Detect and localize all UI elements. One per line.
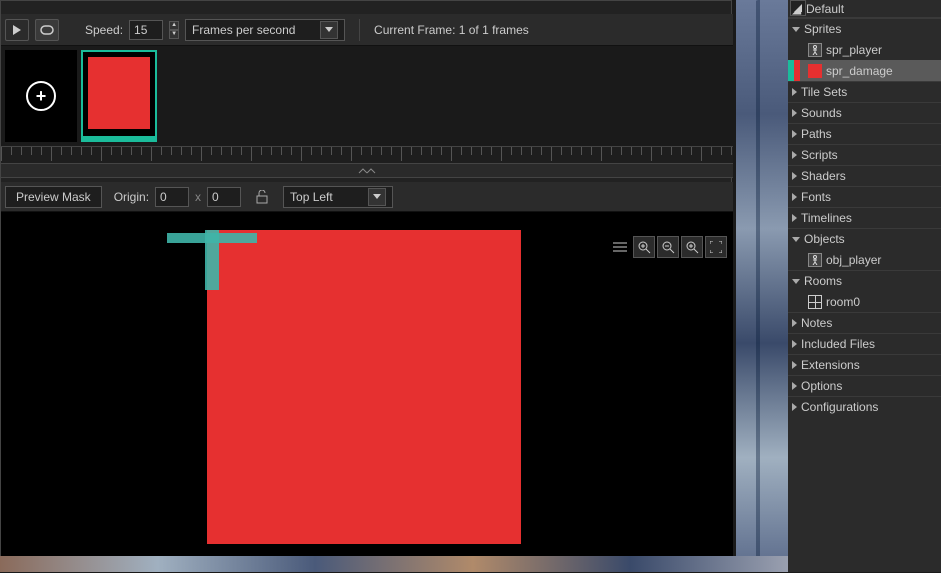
chevron-up-icon bbox=[357, 167, 377, 175]
folder-tile-sets[interactable]: Tile Sets bbox=[788, 81, 941, 102]
menu-icon bbox=[613, 242, 627, 252]
resource-tree-panel: ◢Default Sprites spr_player spr_damage Tile … bbox=[788, 0, 941, 572]
zoom-reset-icon bbox=[637, 240, 651, 254]
lock-open-icon bbox=[256, 190, 268, 204]
folder-label: Configurations bbox=[801, 400, 878, 414]
toolbar-divider bbox=[359, 19, 360, 41]
folder-label: Sprites bbox=[804, 22, 841, 36]
folder-label: Rooms bbox=[804, 274, 842, 288]
origin-label: Origin: bbox=[114, 190, 149, 204]
sprite-canvas[interactable] bbox=[1, 212, 733, 557]
folder-label: Extensions bbox=[801, 358, 860, 372]
sprite-image bbox=[207, 230, 521, 544]
preview-mask-button[interactable]: Preview Mask bbox=[5, 186, 102, 208]
speed-input[interactable] bbox=[129, 20, 163, 40]
loop-button[interactable] bbox=[35, 19, 59, 41]
origin-crosshair-vertical bbox=[205, 230, 219, 290]
frames-strip: + bbox=[1, 46, 733, 146]
fullscreen-icon bbox=[710, 241, 722, 253]
grid-menu-button[interactable] bbox=[609, 236, 631, 258]
speed-units-dropdown[interactable]: Frames per second bbox=[185, 19, 345, 41]
folder-label: Paths bbox=[801, 127, 832, 141]
desktop-background-bottom bbox=[0, 556, 788, 572]
folder-label: Objects bbox=[804, 232, 845, 246]
folder-label: Included Files bbox=[801, 337, 875, 351]
folder-timelines[interactable]: Timelines bbox=[788, 207, 941, 228]
chevron-down-icon bbox=[368, 188, 386, 206]
folder-included-files[interactable]: Included Files bbox=[788, 333, 941, 354]
frame-selection-indicator bbox=[83, 136, 155, 140]
chevron-down-icon bbox=[320, 21, 338, 39]
folder-label: Options bbox=[801, 379, 842, 393]
folder-label: Notes bbox=[801, 316, 832, 330]
origin-x-input[interactable] bbox=[155, 187, 189, 207]
room-icon bbox=[808, 295, 822, 309]
zoom-out-button[interactable] bbox=[657, 236, 679, 258]
collapse-handle[interactable] bbox=[1, 164, 733, 178]
tree-default-config[interactable]: ◢Default bbox=[788, 0, 941, 18]
zoom-reset-button[interactable] bbox=[633, 236, 655, 258]
lock-origin-button[interactable] bbox=[251, 186, 273, 208]
folder-sounds[interactable]: Sounds bbox=[788, 102, 941, 123]
frame-preview bbox=[87, 56, 151, 130]
folder-label: Timelines bbox=[801, 211, 852, 225]
sprite-red-icon bbox=[808, 64, 822, 78]
folder-scripts[interactable]: Scripts bbox=[788, 144, 941, 165]
folder-options[interactable]: Options bbox=[788, 375, 941, 396]
anchor-dropdown[interactable]: Top Left bbox=[283, 186, 393, 208]
origin-toolbar: Preview Mask Origin: x Top Left bbox=[1, 182, 733, 212]
stickman-icon bbox=[808, 253, 822, 267]
spinner-down-icon[interactable]: ▼ bbox=[169, 30, 179, 39]
x-separator: x bbox=[195, 190, 201, 204]
item-label: obj_player bbox=[826, 253, 881, 267]
spinner-up-icon[interactable]: ▲ bbox=[169, 21, 179, 30]
default-label: Default bbox=[806, 2, 844, 16]
speed-label: Speed: bbox=[85, 23, 123, 37]
playback-toolbar: Speed: ▲ ▼ Frames per second Current Fra… bbox=[1, 14, 733, 46]
speed-spinner[interactable]: ▲ ▼ bbox=[169, 21, 179, 39]
item-label: spr_player bbox=[826, 43, 882, 57]
anchor-label: Top Left bbox=[290, 190, 333, 204]
play-button[interactable] bbox=[5, 19, 29, 41]
folder-label: Scripts bbox=[801, 148, 838, 162]
add-frame-button[interactable]: + bbox=[5, 50, 77, 142]
folder-paths[interactable]: Paths bbox=[788, 123, 941, 144]
resource-tree: ◢Default Sprites spr_player spr_damage Tile … bbox=[788, 0, 941, 417]
folder-notes[interactable]: Notes bbox=[788, 312, 941, 333]
folder-objects[interactable]: Objects bbox=[788, 228, 941, 249]
zoom-in-button[interactable] bbox=[681, 236, 703, 258]
canvas-zoom-tools bbox=[609, 236, 727, 258]
sprite-editor-window: Speed: ▲ ▼ Frames per second Current Fra… bbox=[0, 0, 732, 556]
zoom-in-icon bbox=[685, 240, 699, 254]
item-label: spr_damage bbox=[826, 64, 893, 78]
folder-label: Shaders bbox=[801, 169, 846, 183]
fullscreen-button[interactable] bbox=[705, 236, 727, 258]
folder-rooms[interactable]: Rooms bbox=[788, 270, 941, 291]
folder-label: Tile Sets bbox=[801, 85, 847, 99]
speed-units-label: Frames per second bbox=[192, 23, 295, 37]
zoom-out-icon bbox=[661, 240, 675, 254]
stickman-icon bbox=[808, 43, 822, 57]
item-label: room0 bbox=[826, 295, 860, 309]
folder-configurations[interactable]: Configurations bbox=[788, 396, 941, 417]
tree-item-obj_player[interactable]: obj_player bbox=[788, 249, 941, 270]
frame-thumbnail-0[interactable] bbox=[81, 50, 157, 142]
folder-shaders[interactable]: Shaders bbox=[788, 165, 941, 186]
tree-item-spr_player[interactable]: spr_player bbox=[788, 39, 941, 60]
current-frame-label: Current Frame: 1 of 1 frames bbox=[374, 23, 529, 37]
tree-item-room0[interactable]: room0 bbox=[788, 291, 941, 312]
tree-item-spr_damage[interactable]: spr_damage bbox=[788, 60, 941, 81]
folder-label: Sounds bbox=[801, 106, 842, 120]
desktop-background-stripe bbox=[736, 0, 788, 572]
timeline-ruler[interactable] bbox=[1, 146, 733, 164]
folder-fonts[interactable]: Fonts bbox=[788, 186, 941, 207]
folder-label: Fonts bbox=[801, 190, 831, 204]
plus-circle-icon: + bbox=[26, 81, 56, 111]
origin-y-input[interactable] bbox=[207, 187, 241, 207]
folder-sprites[interactable]: Sprites bbox=[788, 18, 941, 39]
folder-extensions[interactable]: Extensions bbox=[788, 354, 941, 375]
preview-mask-label: Preview Mask bbox=[16, 190, 91, 204]
